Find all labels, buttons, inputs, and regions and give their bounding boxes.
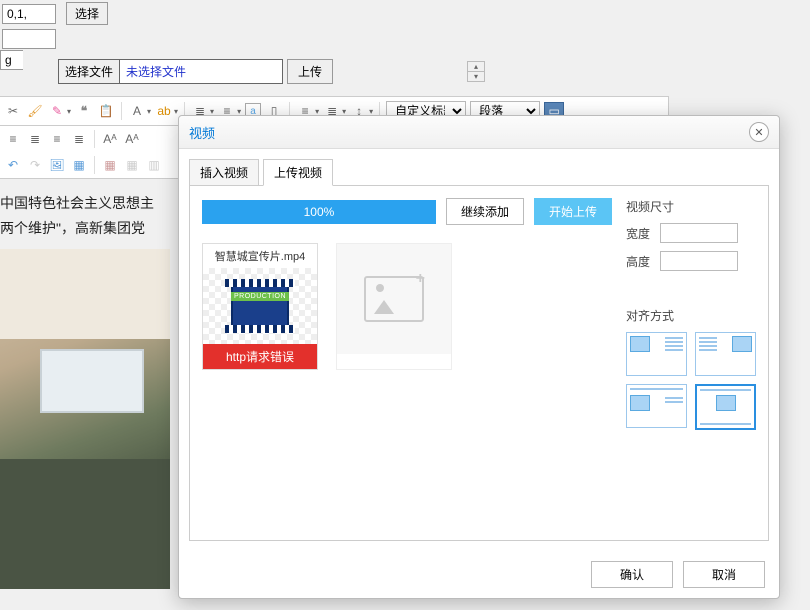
table-icon[interactable]: ▦	[70, 156, 88, 174]
align-option-default[interactable]	[626, 384, 687, 428]
video-size-title: 视频尺寸	[626, 198, 756, 215]
progress-text: 100%	[202, 200, 436, 224]
video-thumb[interactable]: 智慧城宣传片.mp4 PRODUCTION http请求错误	[202, 243, 318, 370]
align-option-right[interactable]	[695, 332, 756, 376]
file-status: 未选择文件	[120, 63, 282, 80]
redo-icon[interactable]: ↷	[26, 156, 44, 174]
continue-add-button[interactable]: 继续添加	[446, 198, 524, 225]
height-input[interactable]	[660, 251, 738, 271]
undo-icon[interactable]: ↶	[4, 156, 22, 174]
top-input-2[interactable]	[2, 29, 56, 49]
upload-progress: 100%	[202, 200, 436, 224]
tab-upload-video[interactable]: 上传视频	[263, 159, 333, 186]
format-paint-icon[interactable]: ✎▾	[48, 102, 71, 120]
separator	[94, 156, 95, 174]
content-text: 中国特色社会主义思想主 两个维护"，高新集团党	[0, 179, 170, 249]
insert-table-icon[interactable]: ▦	[101, 156, 119, 174]
stepper-down[interactable]: ▾	[468, 72, 484, 81]
content-image	[0, 249, 170, 589]
font-case-icon[interactable]: Aᴬ	[101, 130, 119, 148]
add-video-placeholder[interactable]	[336, 243, 452, 370]
video-dialog: 视频 ✕ 插入视频 上传视频 100% 继续添加 开始上传	[178, 115, 780, 599]
align-left-icon[interactable]: ≡	[4, 130, 22, 148]
align-justify-icon[interactable]: ≣	[70, 130, 88, 148]
tab-insert-video[interactable]: 插入视频	[189, 159, 259, 186]
paste-text-icon[interactable]: 📋	[97, 102, 115, 120]
separator	[121, 102, 122, 120]
cut-icon[interactable]: ✂	[4, 102, 22, 120]
cancel-button[interactable]: 取消	[683, 561, 765, 588]
choose-file-button[interactable]: 选择文件	[59, 60, 120, 83]
height-label: 高度	[626, 253, 656, 270]
brush-icon[interactable]: 🖌	[26, 102, 44, 120]
number-stepper[interactable]: ▴ ▾	[467, 61, 485, 82]
content-line-1: 中国特色社会主义思想主	[0, 195, 154, 211]
align-right-icon[interactable]: ≡	[48, 130, 66, 148]
width-label: 宽度	[626, 225, 656, 242]
upload-error: http请求错误	[203, 344, 317, 369]
merge-icon[interactable]: ▥	[145, 156, 163, 174]
stepper-up[interactable]: ▴	[468, 62, 484, 72]
align-option-left[interactable]	[626, 332, 687, 376]
image-icon[interactable]: 🖼	[48, 156, 66, 174]
video-file-name: 智慧城宣传片.mp4	[203, 244, 317, 268]
upload-button[interactable]: 上传	[287, 59, 333, 84]
ok-button[interactable]: 确认	[591, 561, 673, 588]
top-select-button[interactable]: 选择	[66, 2, 108, 25]
align-title: 对齐方式	[626, 307, 756, 324]
align-center-icon[interactable]: ≣	[26, 130, 44, 148]
top-input-3[interactable]	[0, 50, 23, 70]
content-line-2: 两个维护"，高新集团党	[0, 220, 145, 236]
top-input-1[interactable]	[2, 4, 56, 24]
width-input[interactable]	[660, 223, 738, 243]
font-color-icon[interactable]: A▾	[128, 102, 151, 120]
align-option-center[interactable]	[695, 384, 756, 430]
start-upload-button[interactable]: 开始上传	[534, 198, 612, 225]
dialog-close-icon[interactable]: ✕	[749, 122, 769, 142]
production-label: PRODUCTION	[231, 292, 289, 301]
add-image-icon	[364, 276, 424, 322]
quote-icon[interactable]: ❝	[75, 102, 93, 120]
highlight-icon[interactable]: ab▾	[155, 102, 178, 120]
dialog-title: 视频	[189, 123, 215, 142]
font-case2-icon[interactable]: Aᴬ	[123, 130, 141, 148]
separator	[94, 130, 95, 148]
file-chooser[interactable]: 选择文件 未选择文件	[58, 59, 283, 84]
delete-table-icon[interactable]: ▦	[123, 156, 141, 174]
